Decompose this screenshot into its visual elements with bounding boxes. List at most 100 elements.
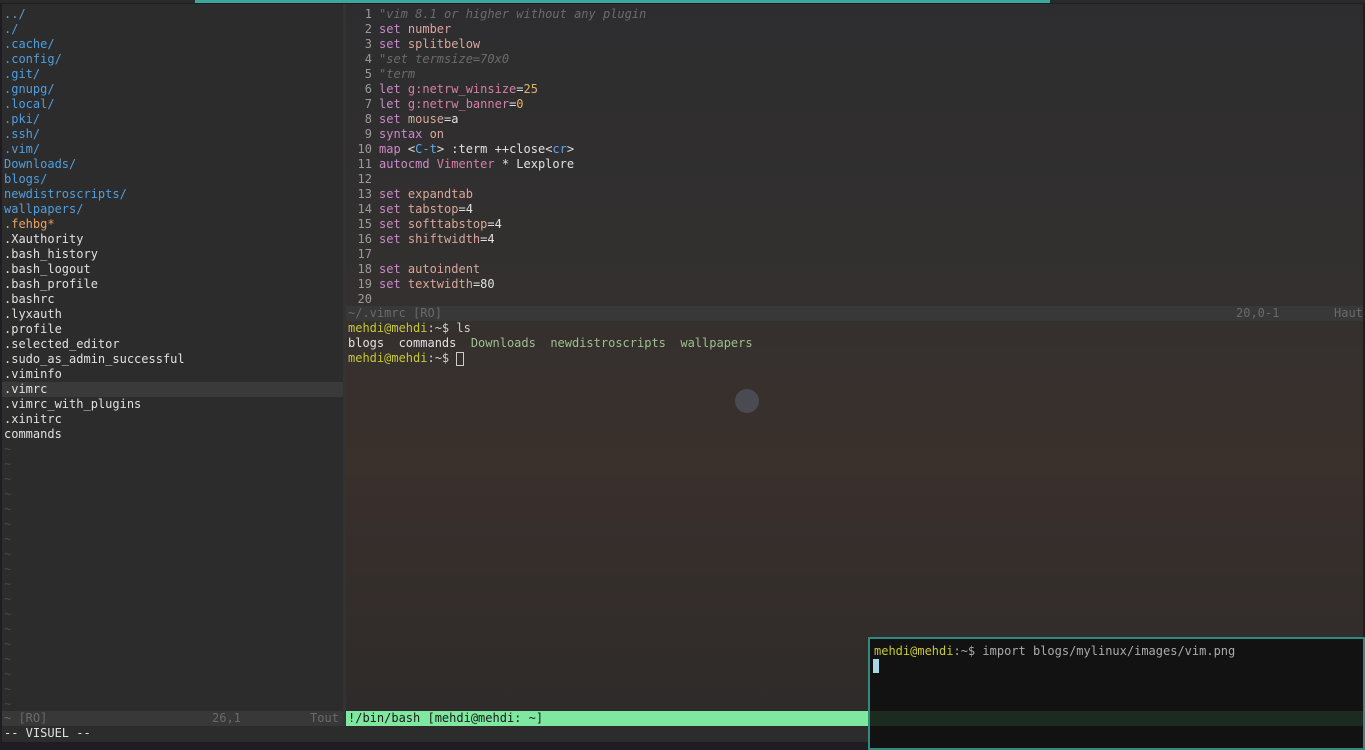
file-entry[interactable]: .gnupg/ — [2, 82, 343, 97]
code-token: shiftwidth — [407, 232, 481, 246]
prompt-user: mehdi@mehdi — [348, 321, 428, 335]
terminal-cursor — [873, 659, 879, 673]
code-token: C-t — [415, 142, 437, 156]
file-entry[interactable]: commands — [2, 427, 343, 442]
code-token: 0 — [516, 97, 524, 111]
command-line[interactable]: -- VISUEL -- — [2, 726, 91, 741]
empty-line-marker: ~ — [4, 442, 12, 456]
code-line: 14 set tabstop=4 — [346, 202, 646, 217]
terminal-cursor — [456, 351, 465, 366]
code-token: autocmd — [379, 157, 437, 171]
code-token: set — [379, 22, 408, 36]
file-entry[interactable]: .bash_history — [2, 247, 343, 262]
vimrc-buffer[interactable]: 1 "vim 8.1 or higher without any plugin 2 s… — [346, 7, 647, 307]
active-tab-indicator[interactable] — [195, 0, 1050, 3]
line-number: 18 — [357, 262, 372, 276]
terminal-buffer[interactable]: mehdi@mehdi:~$ ls blogs commands Downloa… — [346, 321, 767, 366]
empty-line-marker: ~ — [4, 682, 12, 696]
code-token: g:netrw_winsize — [407, 82, 517, 96]
empty-line-marker: ~ — [4, 517, 12, 531]
file-entry[interactable]: .viminfo — [2, 367, 343, 382]
vim-window: .././.cache/.config/.git/.gnupg/.local/.… — [2, 4, 1363, 742]
code-line: 11 autocmd Vimenter * Lexplore — [346, 157, 646, 172]
code-token: textwidth — [407, 277, 473, 291]
line-number: 1 — [364, 7, 372, 21]
code-token: 25 — [523, 82, 538, 96]
line-number: 19 — [357, 277, 372, 291]
file-entry[interactable]: .vim/ — [2, 142, 343, 157]
netrw-status-line: ~ [RO] 26,1 Tout — [2, 711, 343, 726]
status-percent: Tout — [310, 711, 339, 725]
file-entry[interactable]: .xinitrc — [2, 412, 343, 427]
code-line: 2 set number — [346, 22, 646, 37]
code-token: set — [379, 202, 408, 216]
code-token: set — [379, 262, 408, 276]
code-token: "term — [379, 67, 416, 81]
code-token: splitbelow — [407, 37, 481, 51]
code-line: 17 — [346, 247, 646, 262]
file-entry[interactable]: Downloads/ — [2, 157, 343, 172]
code-token: "set termsize=70x0 — [379, 52, 510, 66]
netrw-file-explorer[interactable]: .././.cache/.config/.git/.gnupg/.local/.… — [2, 7, 343, 711]
code-token: syntax — [379, 127, 430, 141]
terminal-line: mehdi@mehdi:~$ — [346, 351, 767, 366]
code-token: =4 — [458, 202, 473, 216]
file-entry[interactable]: wallpapers/ — [2, 202, 343, 217]
file-entry[interactable]: .cache/ — [2, 37, 343, 52]
code-token: mouse — [407, 112, 445, 126]
ls-entry: blogs — [348, 336, 385, 350]
line-number: 3 — [364, 37, 372, 51]
code-token: "vim 8.1 or higher without any plugin — [379, 7, 647, 21]
vimrc-status-line: ~/.vimrc [RO] 20,0-1 Haut — [346, 306, 1363, 321]
code-line: 16 set shiftwidth=4 — [346, 232, 646, 247]
file-entry[interactable]: .bashrc — [2, 292, 343, 307]
empty-line-marker: ~ — [4, 487, 12, 501]
file-entry[interactable]: .config/ — [2, 52, 343, 67]
empty-line-marker: ~ — [4, 577, 12, 591]
code-line: 3 set splitbelow — [346, 37, 646, 52]
file-entry[interactable]: .fehbg* — [2, 217, 343, 232]
ls-entry: commands — [398, 336, 457, 350]
file-entry[interactable]: .pki/ — [2, 112, 343, 127]
file-entry[interactable]: .sudo_as_admin_successful — [2, 352, 343, 367]
code-token: let — [379, 97, 408, 111]
code-line: 12 — [346, 172, 646, 187]
terminal-line: mehdi@mehdi:~$ import blogs/mylinux/imag… — [872, 644, 1235, 659]
file-entry[interactable]: .vimrc_with_plugins — [2, 397, 343, 412]
floating-terminal[interactable]: mehdi@mehdi:~$ import blogs/mylinux/imag… — [868, 637, 1365, 750]
file-entry[interactable]: .Xauthority — [2, 232, 343, 247]
code-line: 6 let g:netrw_winsize=25 — [346, 82, 646, 97]
line-number: 6 — [364, 82, 372, 96]
prompt-user: mehdi@mehdi — [874, 644, 954, 658]
empty-line-marker: ~ — [4, 667, 12, 681]
file-entry[interactable]: .bash_profile — [2, 277, 343, 292]
file-entry[interactable]: ./ — [2, 22, 343, 37]
code-token: map — [379, 142, 408, 156]
file-entry[interactable]: .selected_editor — [2, 337, 343, 352]
file-entry[interactable]: blogs/ — [2, 172, 343, 187]
code-token: g:netrw_banner — [407, 97, 510, 111]
file-entry[interactable]: .git/ — [2, 67, 343, 82]
file-entry[interactable]: .ssh/ — [2, 127, 343, 142]
status-position: 20,0-1 — [1236, 306, 1280, 320]
code-token: set — [379, 277, 408, 291]
code-token: number — [407, 22, 452, 36]
line-number: 14 — [357, 202, 372, 216]
code-token: set — [379, 37, 408, 51]
terminal-line: mehdi@mehdi:~$ ls — [346, 321, 767, 336]
file-entry[interactable]: newdistroscripts/ — [2, 187, 343, 202]
file-entry[interactable]: .bash_logout — [2, 262, 343, 277]
code-line: 15 set softtabstop=4 — [346, 217, 646, 232]
file-entry[interactable]: .profile — [2, 322, 343, 337]
line-number: 17 — [357, 247, 372, 261]
file-entry[interactable]: ../ — [2, 7, 343, 22]
file-entry[interactable]: .local/ — [2, 97, 343, 112]
code-token: Vimenter — [436, 157, 495, 171]
empty-line-marker: ~ — [4, 457, 12, 471]
code-token: =4 — [480, 232, 495, 246]
code-token: * Lexplore — [494, 157, 575, 171]
ls-entry: Downloads — [470, 336, 536, 350]
file-entry[interactable]: .vimrc — [2, 382, 343, 397]
file-entry[interactable]: .lyxauth — [2, 307, 343, 322]
code-line: 5 "term — [346, 67, 646, 82]
